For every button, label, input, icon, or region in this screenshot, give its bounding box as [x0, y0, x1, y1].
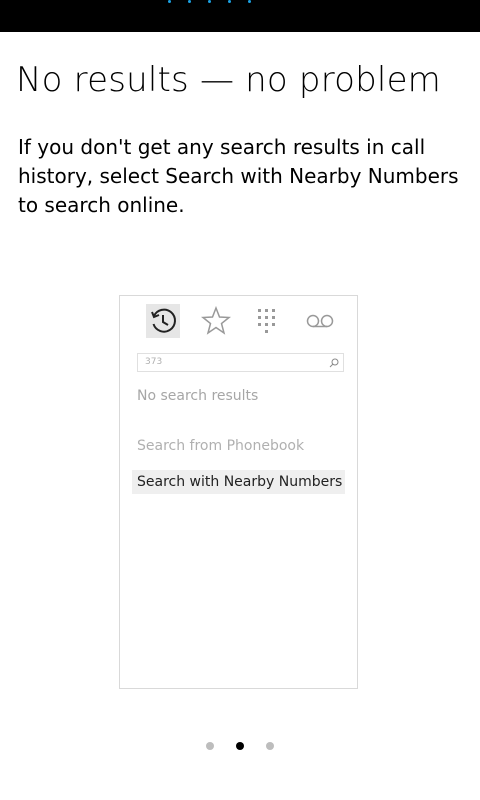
- search-icon: [329, 358, 339, 368]
- page-dot[interactable]: [266, 742, 274, 750]
- star-icon: [199, 304, 233, 338]
- page-title: No results — no problem: [16, 60, 442, 100]
- page-description: If you don't get any search results in c…: [18, 135, 459, 217]
- voicemail-icon: [303, 304, 337, 338]
- page-indicator: [206, 742, 274, 750]
- loading-dots: [168, 0, 251, 3]
- illustration-phone-screen: 373 No search results Search from Phoneb…: [119, 295, 358, 689]
- history-icon: [146, 304, 180, 338]
- search-nearby-numbers-option: Search with Nearby Numbers: [132, 470, 345, 494]
- no-results-label: No search results: [137, 388, 259, 404]
- search-input: 373: [137, 353, 344, 372]
- search-phonebook-option: Search from Phonebook: [137, 438, 305, 454]
- dialpad-icon: [250, 304, 284, 338]
- page-dot[interactable]: [206, 742, 214, 750]
- search-value: 373: [145, 357, 163, 367]
- status-bar: [0, 0, 480, 32]
- page-dot-active[interactable]: [236, 742, 244, 750]
